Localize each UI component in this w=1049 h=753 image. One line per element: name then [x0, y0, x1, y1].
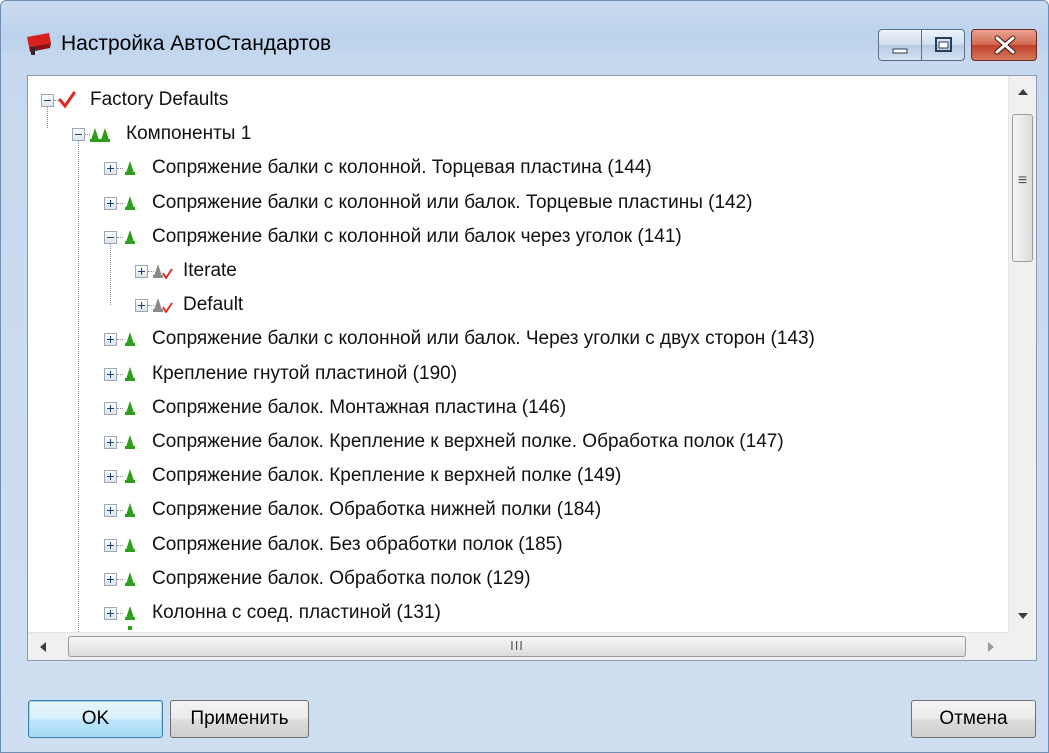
expander-item-13[interactable]	[104, 607, 117, 620]
tree-item-component[interactable]: Сопряжение балок. Крепление к верхней по…	[152, 465, 621, 487]
expander-item-1[interactable]	[104, 196, 117, 210]
tree-connector	[117, 236, 123, 238]
expander-item-10[interactable]	[104, 504, 117, 518]
tree-item-component[interactable]: Крепление гнутой пластиной (190)	[152, 363, 457, 385]
tree-connector	[117, 510, 123, 512]
tree-item-setting[interactable]: Default	[183, 294, 243, 316]
tree-item-component[interactable]: Сопряжение балки с колонной или балок. Т…	[152, 192, 753, 214]
close-icon	[994, 35, 1016, 55]
vertical-grip: ≡	[1017, 172, 1028, 189]
maximize-icon	[935, 37, 952, 52]
cancel-button[interactable]: Отмена	[911, 700, 1036, 738]
expander-item-6[interactable]	[104, 367, 117, 381]
scroll-corner	[1008, 632, 1036, 660]
expander-item-12[interactable]	[104, 572, 117, 586]
minimize-icon	[892, 48, 908, 54]
tree-connector	[117, 168, 123, 170]
tree-connector	[117, 202, 123, 204]
expander-item-4[interactable]	[135, 299, 148, 313]
scroll-down-arrow-icon[interactable]	[1009, 602, 1037, 632]
apply-button[interactable]: Применить	[170, 700, 309, 738]
tree-connector	[117, 407, 123, 409]
component-icon	[125, 469, 135, 484]
tree-item-component[interactable]: Сопряжение балок. Крепление к верхней по…	[152, 431, 784, 453]
tree-connector	[110, 243, 111, 306]
component-icon	[125, 400, 135, 415]
check-icon	[58, 91, 76, 109]
tree-item-component[interactable]: Сопряжение балок. Монтажная пластина (14…	[152, 397, 566, 419]
component-setting-icon	[153, 298, 173, 314]
title-bar[interactable]: Настройка АвтоСтандартов	[1, 1, 1048, 65]
expander-item-0[interactable]	[104, 162, 117, 176]
tree-item-component[interactable]: Сопряжение балок. Обработка нижней полки…	[152, 499, 601, 521]
component-icon	[125, 606, 135, 620]
scroll-left-arrow-icon[interactable]	[28, 633, 58, 661]
component-icon	[125, 332, 135, 347]
components-icon	[90, 128, 110, 143]
horizontal-scroll-thumb[interactable]: III	[68, 636, 966, 657]
component-icon	[125, 435, 135, 449]
component-icon	[125, 366, 135, 381]
scroll-right-arrow-icon[interactable]	[976, 633, 1006, 661]
tree-panel: Factory Defaults Компоненты 1 Сопряжение б…	[27, 75, 1037, 661]
expander-item-8[interactable]	[104, 436, 117, 449]
tree-item-factory-defaults[interactable]: Factory Defaults	[90, 89, 228, 111]
tree-connector	[117, 339, 123, 341]
tree-item-component[interactable]: Колонна с соед. пластиной (131)	[152, 602, 441, 624]
tree-connector	[117, 578, 123, 580]
expander-item-9[interactable]	[104, 470, 117, 484]
component-icon	[125, 195, 135, 210]
ok-button[interactable]: OK	[28, 700, 163, 738]
tree-connector	[117, 476, 123, 478]
tree-item-component[interactable]: Сопряжение балки с колонной. Торцевая пл…	[152, 157, 652, 179]
component-icon-partial	[128, 626, 132, 630]
component-icon	[125, 503, 135, 518]
maximize-button[interactable]	[921, 29, 965, 61]
component-setting-icon	[153, 264, 173, 279]
tree-connector	[117, 544, 123, 546]
component-icon	[125, 229, 135, 244]
tree-item-component[interactable]: Сопряжение балки с колонной или балок че…	[152, 226, 682, 248]
tree-view[interactable]: Factory Defaults Компоненты 1 Сопряжение б…	[28, 76, 1008, 632]
tree-item-component[interactable]: Сопряжение балок. Обработка полок (129)	[152, 568, 531, 590]
tree-connector	[47, 107, 48, 129]
tree-item-component[interactable]: Сопряжение балок. Без обработки полок (1…	[152, 534, 563, 556]
minimize-button[interactable]	[878, 29, 922, 61]
close-button[interactable]	[971, 29, 1037, 61]
tree-item-setting[interactable]: Iterate	[183, 260, 237, 282]
expander-item-11[interactable]	[104, 538, 117, 552]
horizontal-grip: III	[510, 638, 524, 653]
vertical-scrollbar[interactable]: ≡	[1008, 76, 1036, 632]
horizontal-scrollbar[interactable]: III	[28, 632, 1008, 660]
component-icon	[125, 161, 135, 176]
expander-components[interactable]	[72, 128, 85, 142]
expander-item-2[interactable]	[104, 230, 117, 244]
tree-connector	[78, 141, 79, 632]
tree-item-components[interactable]: Компоненты 1	[126, 123, 251, 145]
tree-connector	[117, 442, 123, 443]
tree-connector	[117, 613, 123, 614]
expander-item-7[interactable]	[104, 401, 117, 415]
tree-connector	[117, 373, 123, 375]
component-icon	[125, 537, 135, 552]
window-title: Настройка АвтоСтандартов	[61, 32, 332, 55]
tree-item-component[interactable]: Сопряжение балки с колонной или балок. Ч…	[152, 328, 815, 350]
component-icon	[125, 571, 135, 586]
dialog-window: Настройка АвтоСтандартов Factory Default…	[0, 0, 1049, 753]
scroll-up-arrow-icon[interactable]	[1009, 76, 1037, 106]
vertical-scroll-thumb[interactable]: ≡	[1012, 114, 1033, 262]
expander-factory-defaults[interactable]	[41, 94, 54, 107]
app-icon	[27, 33, 51, 55]
expander-item-3[interactable]	[135, 265, 148, 278]
expander-item-5[interactable]	[104, 333, 117, 347]
